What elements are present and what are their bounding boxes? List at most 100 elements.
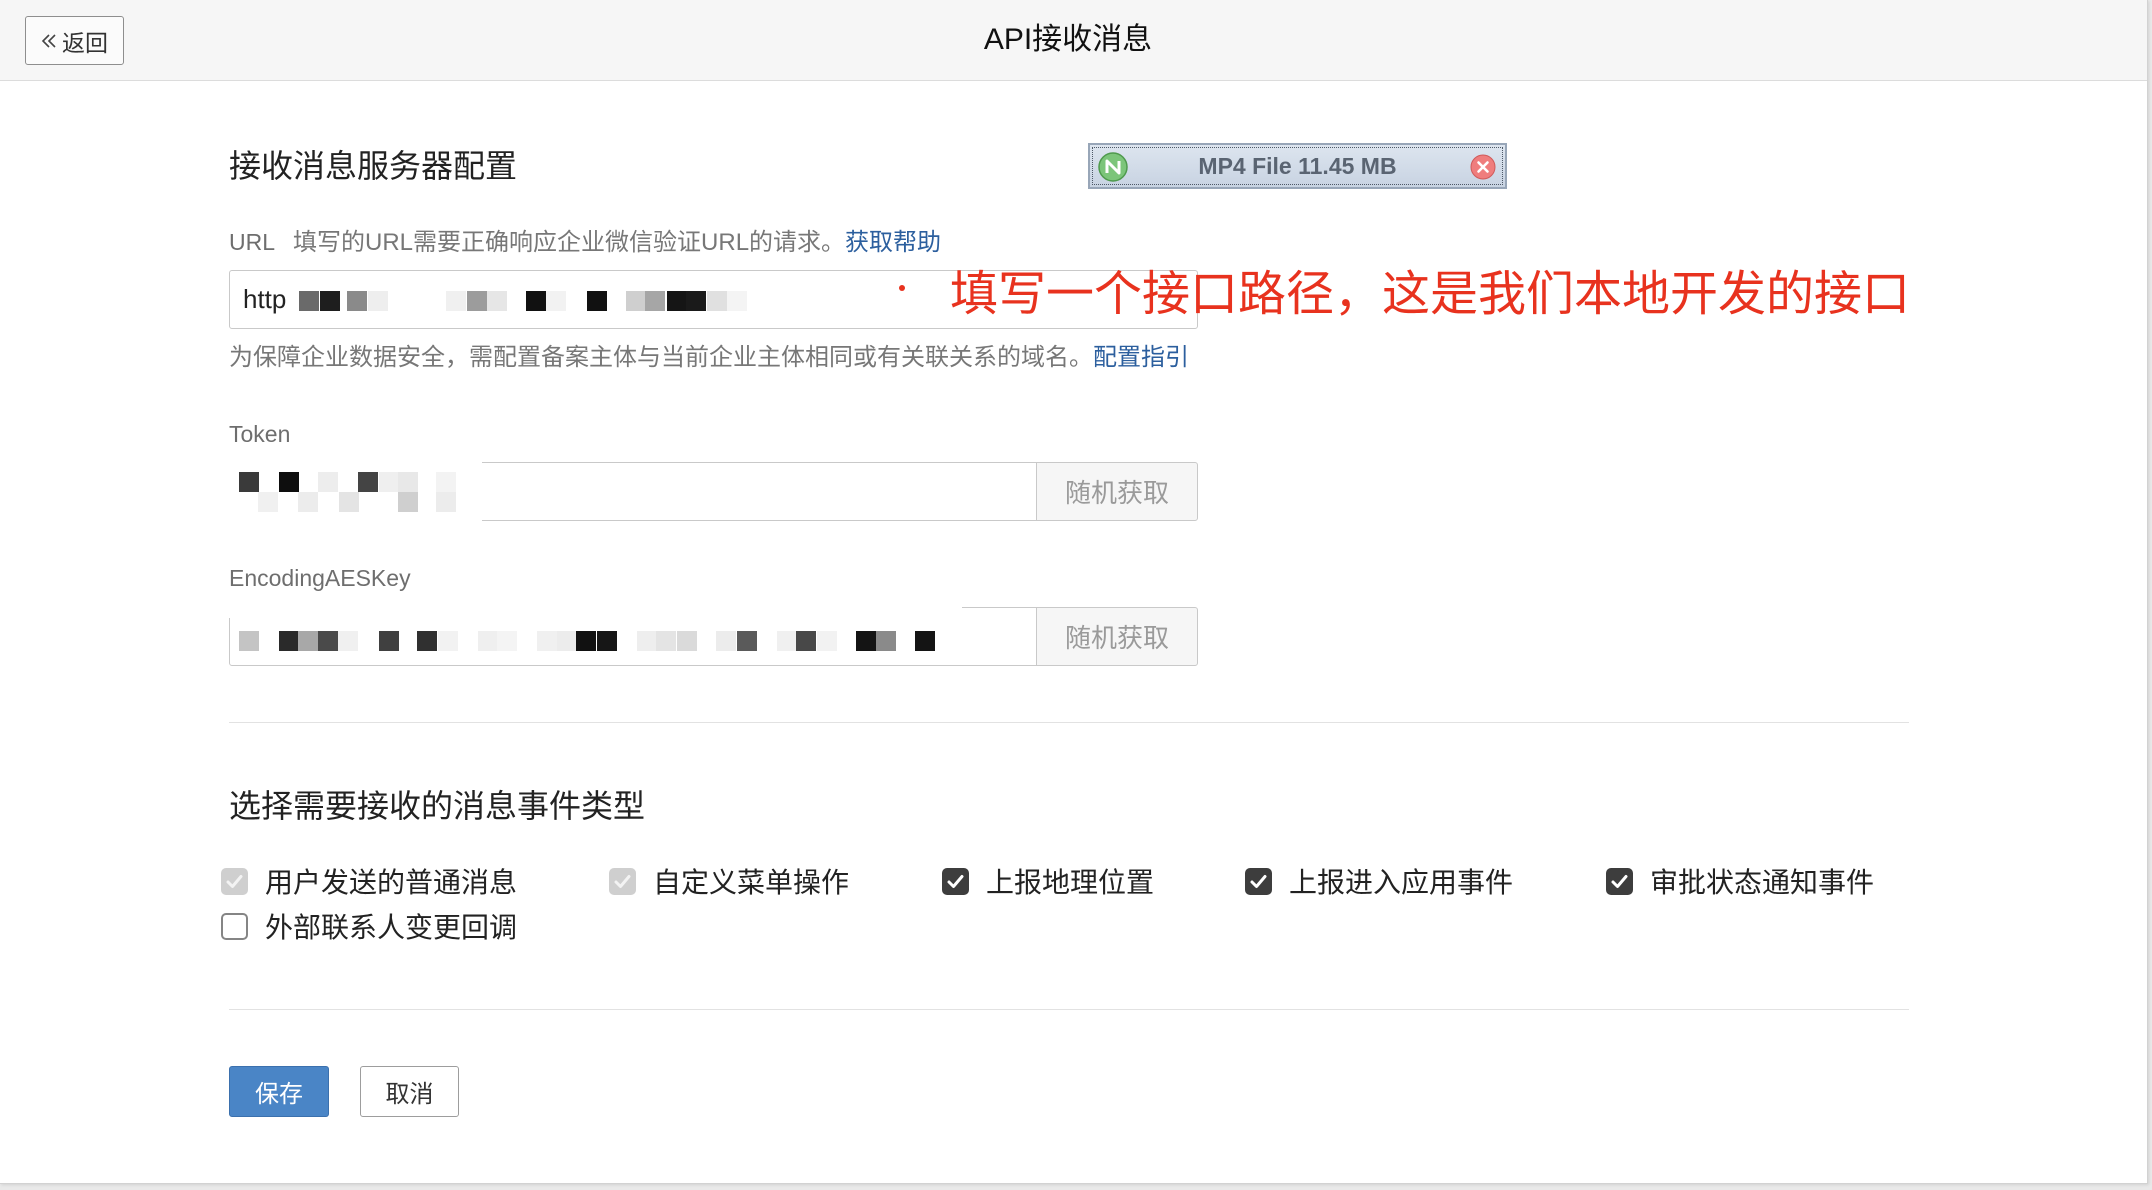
event-option-user-message[interactable]: 用户发送的普通消息 [221,866,517,898]
mosaic-pixel [876,631,896,651]
token-label: Token [229,421,291,447]
event-option-label: 自定义菜单操作 [653,867,850,898]
event-option-external-contact[interactable]: 外部联系人变更回调 [221,911,517,943]
checkbox[interactable] [609,867,636,895]
mosaic-pixel [279,631,299,651]
mosaic-pixel [279,472,299,492]
mosaic-pixel [597,631,617,651]
checkbox[interactable] [1606,867,1633,895]
close-circle-icon[interactable] [1470,154,1496,180]
mosaic-pixel [298,631,318,651]
mosaic-pixel [817,631,837,651]
mosaic-pixel [777,631,797,651]
mosaic-pixel [716,631,736,651]
event-option-location[interactable]: 上报地理位置 [942,866,1154,898]
annotation-text: 填写一个接口路径，这是我们本地开发的接口 [950,268,1911,321]
mosaic-pixel [318,631,338,651]
checkmark-icon [947,874,964,888]
mosaic-pixel [796,631,816,651]
mosaic-pixel [298,492,318,512]
mosaic-pixel [557,631,577,651]
mosaic-pixel [737,631,757,651]
domain-hint-row: 为保障企业数据安全，需配置备案主体与当前企业主体相同或有关联关系的域名。配置指引 [229,344,1189,372]
mosaic-pixel [368,291,388,311]
mosaic-pixel [446,291,466,311]
download-file-label: MP4 File 11.45 MB [1198,152,1397,179]
download-file-badge[interactable]: MP4 File 11.45 MB [1088,143,1507,189]
mosaic-pixel [318,472,338,492]
page-title: API接收消息 [983,23,1153,56]
mosaic-pixel [417,631,437,651]
mosaic-pixel [856,631,876,651]
section-divider [229,722,1909,723]
help-link[interactable]: 获取帮助 [845,229,941,256]
checkmark-icon [226,874,243,888]
section-divider [229,1009,1909,1010]
mosaic-pixel [526,291,546,311]
checkbox[interactable] [942,867,969,895]
checkbox[interactable] [1245,867,1272,895]
token-random-button[interactable]: 随机获取 [1036,462,1198,521]
save-button[interactable]: 保存 [229,1066,329,1117]
event-option-approval-status[interactable]: 审批状态通知事件 [1606,866,1874,898]
mosaic-pixel [299,291,319,311]
mosaic-pixel [239,472,259,492]
mosaic-pixel [358,472,378,492]
mosaic-pixel [398,472,418,492]
mosaic-pixel [338,631,358,651]
event-option-label: 上报进入应用事件 [1289,867,1514,898]
mosaic-pixel [537,631,557,651]
checkmark-icon [614,874,631,888]
mosaic-pixel [667,291,687,311]
page: 返回 API接收消息 接收消息服务器配置 MP4 File 11.45 MB U… [0,0,2148,1184]
domain-hint: 为保障企业数据安全，需配置备案主体与当前企业主体相同或有关联关系的域名。 [229,344,1093,371]
checkbox[interactable] [221,867,248,895]
url-label-row: URL 填写的URL需要正确响应企业微信验证URL的请求。获取帮助 [229,228,941,257]
event-option-label: 上报地理位置 [986,867,1155,898]
mosaic-pixel [727,291,747,311]
mosaic-pixel [239,631,259,651]
annotation-dot [899,285,905,291]
event-option-custom-menu[interactable]: 自定义菜单操作 [609,866,849,898]
event-option-label: 外部联系人变更回调 [265,912,518,943]
cancel-button[interactable]: 取消 [360,1066,459,1117]
mosaic-pixel [436,492,456,512]
mosaic-pixel [339,492,359,512]
mosaic-pixel [686,291,706,311]
server-config-title: 接收消息服务器配置 [229,148,518,184]
mosaic-pixel [707,291,727,311]
mosaic-pixel [320,291,340,311]
event-option-label: 用户发送的普通消息 [265,867,518,898]
mosaic-pixel [438,631,458,651]
aes-key-random-button[interactable]: 随机获取 [1036,607,1198,666]
mosaic-pixel [487,291,507,311]
mosaic-pixel [645,291,665,311]
redaction-patch [220,598,962,618]
mosaic-pixel [915,631,935,651]
event-option-label: 审批状态通知事件 [1650,867,1875,898]
checkmark-icon [1250,874,1267,888]
checkmark-icon [1611,874,1628,888]
mosaic-pixel [398,492,418,512]
events-title: 选择需要接收的消息事件类型 [229,788,646,824]
mosaic-pixel [546,291,566,311]
mosaic-pixel [587,291,607,311]
mosaic-pixel [347,291,367,311]
url-hint: 填写的URL需要正确响应企业微信验证URL的请求。 [293,229,846,256]
mosaic-pixel [626,291,646,311]
header-bar: 返回 API接收消息 [0,0,2147,81]
mosaic-pixel [478,631,498,651]
mosaic-pixel [379,472,399,492]
mosaic-pixel [467,291,487,311]
url-label: URL [229,229,276,255]
mosaic-pixel [436,472,456,492]
checkbox[interactable] [221,912,248,940]
download-manager-icon [1098,152,1128,182]
mosaic-pixel [497,631,517,651]
guide-link[interactable]: 配置指引 [1093,344,1189,371]
aes-key-label: EncodingAESKey [229,565,411,591]
mosaic-pixel [258,492,278,512]
event-option-enter-app[interactable]: 上报进入应用事件 [1245,866,1513,898]
mosaic-pixel [637,631,657,651]
mosaic-pixel [576,631,596,651]
